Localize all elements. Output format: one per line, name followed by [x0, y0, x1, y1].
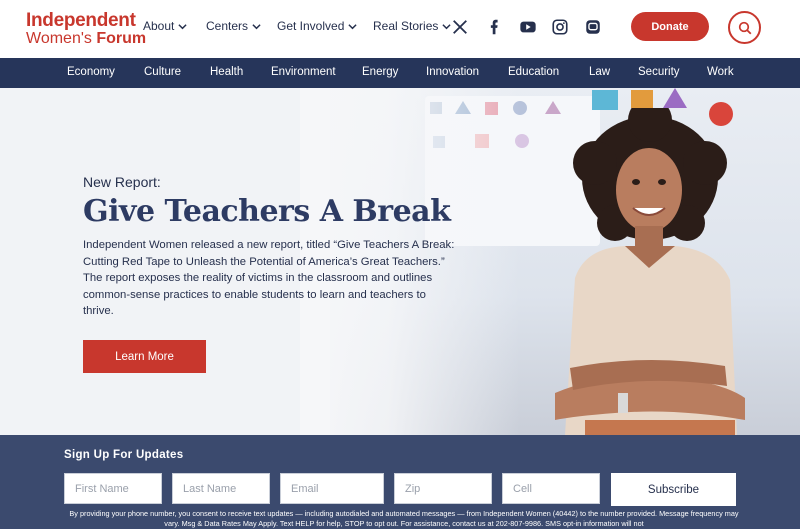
- category-health[interactable]: Health: [210, 66, 243, 78]
- last-name-input[interactable]: [172, 473, 270, 504]
- category-work[interactable]: Work: [707, 66, 734, 78]
- logo-line1: Independent: [26, 10, 136, 31]
- category-security[interactable]: Security: [638, 66, 680, 78]
- chevron-down-icon: [178, 23, 187, 29]
- cell-input[interactable]: [502, 473, 600, 504]
- chevron-down-icon: [252, 23, 261, 29]
- signup-title: Sign Up For Updates: [64, 449, 184, 461]
- category-energy[interactable]: Energy: [362, 66, 398, 78]
- hero-banner: New Report: Give Teachers A Break Indepe…: [0, 88, 800, 435]
- category-environment[interactable]: Environment: [271, 66, 336, 78]
- subscribe-button[interactable]: Subscribe: [611, 473, 736, 506]
- sms-disclaimer: By providing your phone number, you cons…: [69, 509, 739, 528]
- category-economy[interactable]: Economy: [67, 66, 115, 78]
- orange-block-decor: [631, 90, 653, 108]
- hero-title: Give Teachers A Break: [83, 194, 451, 229]
- nav-get-involved-label: Get Involved: [277, 19, 345, 33]
- nav-get-involved[interactable]: Get Involved: [277, 19, 357, 33]
- learn-more-button[interactable]: Learn More: [83, 340, 206, 373]
- hero-kicker: New Report:: [83, 174, 161, 190]
- blue-square-decor: [592, 90, 618, 110]
- nav-about[interactable]: About: [143, 19, 187, 33]
- category-law[interactable]: Law: [589, 66, 610, 78]
- category-education[interactable]: Education: [508, 66, 559, 78]
- nav-real-stories-label: Real Stories: [373, 19, 439, 33]
- category-innovation[interactable]: Innovation: [426, 66, 479, 78]
- hero-description: Independent Women released a new report,…: [83, 239, 455, 318]
- first-name-input[interactable]: [64, 473, 162, 504]
- site-header: Independent Women's Forum About Centers …: [0, 0, 800, 58]
- logo[interactable]: Independent Women's Forum: [26, 10, 146, 50]
- search-button[interactable]: [728, 11, 761, 44]
- category-culture[interactable]: Culture: [144, 66, 181, 78]
- teacher-photo: [555, 108, 745, 435]
- zip-input[interactable]: [394, 473, 492, 504]
- category-bar: Economy Culture Health Environment Energ…: [0, 58, 800, 88]
- facebook-icon[interactable]: [485, 18, 503, 36]
- nav-centers[interactable]: Centers: [206, 19, 261, 33]
- donate-button[interactable]: Donate: [631, 12, 709, 41]
- instagram-icon[interactable]: [551, 18, 569, 36]
- logo-line2: Women's Forum: [26, 30, 147, 47]
- x-icon[interactable]: [451, 18, 469, 36]
- signup-section: Sign Up For Updates Subscribe By providi…: [0, 435, 800, 529]
- email-input[interactable]: [280, 473, 384, 504]
- chat-icon[interactable]: [584, 18, 602, 36]
- search-icon: [738, 21, 751, 34]
- nav-about-label: About: [143, 19, 175, 33]
- nav-real-stories[interactable]: Real Stories: [373, 19, 451, 33]
- youtube-icon[interactable]: [519, 18, 537, 36]
- purple-triangle-decor: [663, 88, 687, 108]
- nav-centers-label: Centers: [206, 19, 249, 33]
- chevron-down-icon: [348, 23, 357, 29]
